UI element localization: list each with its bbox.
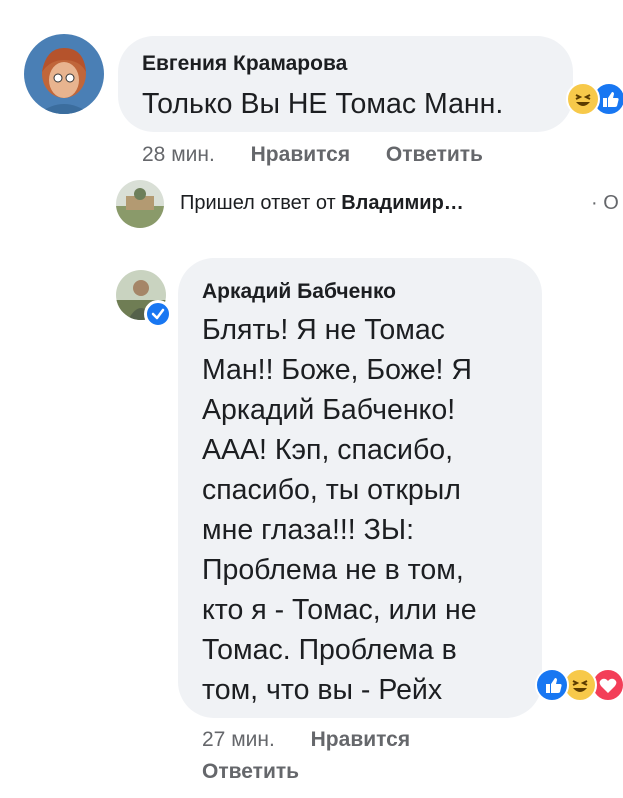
comment-line: Блять! Я не Томас	[202, 314, 445, 346]
reply-summary[interactable]: Пришел ответ от Владимир…	[180, 192, 464, 215]
comment-author[interactable]: Евгения Крамарова	[142, 52, 347, 76]
reaction-summary[interactable]	[566, 82, 623, 116]
reply-button[interactable]: Ответить	[202, 760, 299, 783]
like-button[interactable]: Нравится	[251, 143, 350, 166]
comment-line: мне глаза!!! ЗЫ:	[202, 514, 414, 546]
reply-summary-time[interactable]: · О	[591, 192, 619, 215]
comment-meta: 27 мин. Нравится	[202, 728, 410, 752]
comment-line: спасибо, ты открыл	[202, 474, 461, 506]
comment-meta-row-2: Ответить	[202, 760, 299, 784]
comment-line: том, что вы - Рейх	[202, 674, 443, 706]
comment-author[interactable]: Аркадий Бабченко	[202, 280, 396, 304]
comment-line: ААА! Кэп, спасибо,	[202, 434, 454, 466]
reply-summary-name[interactable]: Владимир…	[341, 192, 464, 214]
comment-timestamp[interactable]: 27 мин.	[202, 728, 275, 751]
comments-thread: Евгения Крамарова Только Вы НЕ Томас Ман…	[0, 0, 623, 798]
comment-meta: 28 мин. Нравится Ответить	[142, 143, 483, 167]
verified-badge-icon	[144, 300, 172, 328]
comment-line: Ман!! Боже, Боже! Я	[202, 354, 472, 386]
avatar[interactable]	[24, 34, 104, 114]
haha-reaction-icon	[566, 82, 600, 116]
like-reaction-icon	[535, 668, 569, 702]
avatar[interactable]	[116, 180, 164, 228]
reply-button[interactable]: Ответить	[386, 143, 483, 166]
comment-line: кто я - Томас, или не	[202, 594, 477, 626]
comment-line: Томас. Проблема в	[202, 634, 457, 666]
comment-text: Только Вы НЕ Томас Манн.	[142, 88, 504, 120]
like-button[interactable]: Нравится	[311, 728, 410, 751]
comment-line: Проблема не в том,	[202, 554, 464, 586]
comment-line: Аркадий Бабченко!	[202, 394, 456, 426]
comment-timestamp[interactable]: 28 мин.	[142, 143, 215, 166]
reply-summary-prefix: Пришел ответ от	[180, 192, 342, 214]
reaction-summary[interactable]	[535, 668, 623, 702]
